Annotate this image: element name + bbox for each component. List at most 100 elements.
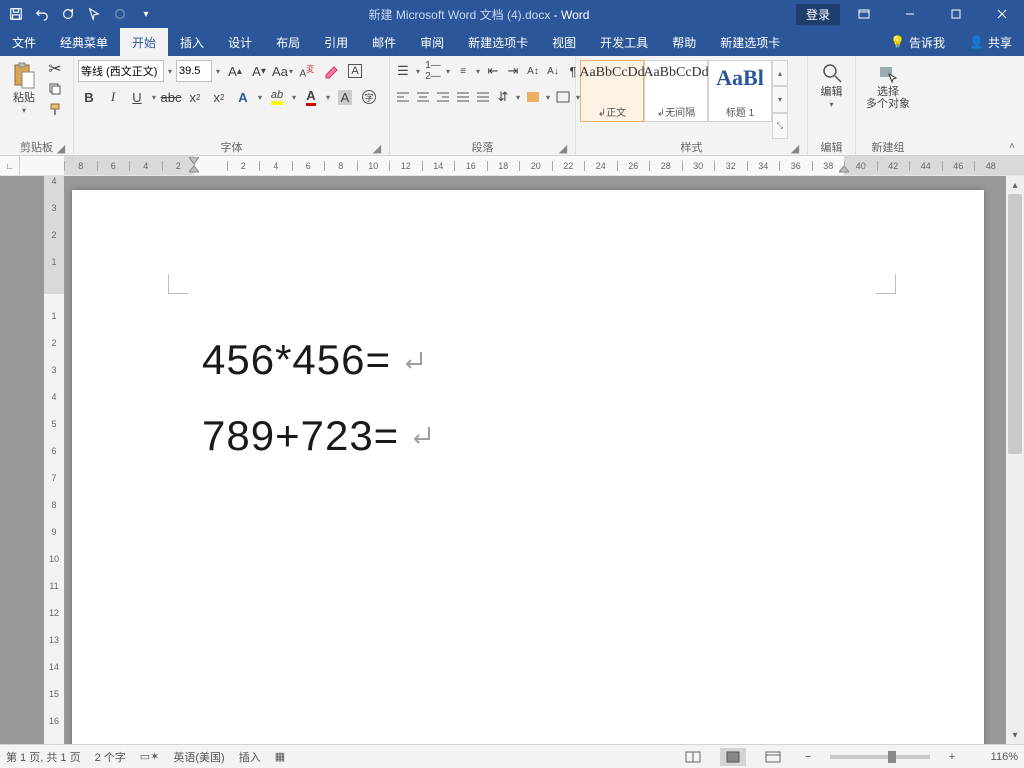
- tab-share[interactable]: 👤共享: [957, 28, 1024, 56]
- shrink-font-icon[interactable]: A▾: [248, 60, 270, 82]
- grow-font-icon[interactable]: A▴: [224, 60, 246, 82]
- text-line[interactable]: 456*456=: [202, 322, 435, 398]
- page[interactable]: 456*456= 789+723=: [72, 190, 984, 744]
- edit-button[interactable]: 编辑 ▾: [812, 58, 851, 109]
- scroll-up-icon[interactable]: ▴: [1006, 176, 1024, 194]
- shading-caret-icon[interactable]: ▾: [544, 93, 552, 102]
- font-color-icon[interactable]: A: [300, 86, 322, 108]
- clear-format-icon[interactable]: [320, 60, 342, 82]
- tab-newtab1[interactable]: 新建选项卡: [456, 28, 540, 56]
- align-justify-icon[interactable]: [454, 86, 472, 108]
- select-objects-button[interactable]: 选择多个对象: [860, 58, 916, 110]
- italic-button[interactable]: I: [102, 86, 124, 108]
- multilevel-caret-icon[interactable]: ▾: [474, 67, 482, 76]
- zoom-out-icon[interactable]: −: [800, 751, 816, 763]
- zoom-slider[interactable]: [830, 755, 930, 759]
- phonetic-guide-icon[interactable]: A変: [296, 60, 318, 82]
- multilevel-icon[interactable]: ≡: [454, 60, 472, 82]
- bullets-caret-icon[interactable]: ▾: [414, 67, 422, 76]
- close-icon[interactable]: [980, 0, 1024, 28]
- login-button[interactable]: 登录: [796, 4, 840, 25]
- tab-newtab2[interactable]: 新建选项卡: [708, 28, 792, 56]
- sort-icon[interactable]: A↓: [544, 60, 562, 82]
- cut-icon[interactable]: ✂: [44, 60, 66, 78]
- change-case-icon[interactable]: Aa▾: [272, 60, 294, 82]
- align-left-icon[interactable]: [394, 86, 412, 108]
- font-name-combo[interactable]: 等线 (西文正文): [78, 60, 164, 82]
- text-effects-caret-icon[interactable]: ▾: [256, 93, 264, 102]
- tab-tellme[interactable]: 💡告诉我: [878, 28, 957, 56]
- subscript-button[interactable]: x2: [184, 86, 206, 108]
- save-icon[interactable]: [4, 2, 28, 26]
- zoom-in-icon[interactable]: +: [944, 751, 960, 763]
- superscript-button[interactable]: x2: [208, 86, 230, 108]
- copy-icon[interactable]: [44, 80, 66, 98]
- left-indent-icon[interactable]: [189, 166, 199, 175]
- maximize-icon[interactable]: [934, 0, 978, 28]
- highlight-caret-icon[interactable]: ▾: [290, 93, 298, 102]
- font-size-combo[interactable]: 39.5: [176, 60, 212, 82]
- styles-more-icon[interactable]: ⤡: [772, 113, 788, 139]
- paragraph-dialog-icon[interactable]: ◢: [557, 142, 569, 154]
- shading-icon[interactable]: [524, 86, 542, 108]
- tab-selector-icon[interactable]: ∟: [0, 156, 20, 175]
- tab-layout[interactable]: 布局: [264, 28, 312, 56]
- dec-indent-icon[interactable]: ⇤: [484, 60, 502, 82]
- strikethrough-button[interactable]: abc: [160, 86, 182, 108]
- tab-help[interactable]: 帮助: [660, 28, 708, 56]
- styles-down-icon[interactable]: ▾: [772, 86, 788, 112]
- char-border-icon[interactable]: A: [344, 60, 366, 82]
- tab-file[interactable]: 文件: [0, 28, 48, 56]
- line-spacing-caret-icon[interactable]: ▾: [514, 93, 522, 102]
- vertical-ruler[interactable]: 432112345678910111213141516: [44, 176, 64, 744]
- redo-icon[interactable]: [56, 2, 80, 26]
- ruler-track[interactable]: 8642246810121416182022242628303234363840…: [64, 156, 1024, 175]
- numbering-icon[interactable]: 1—2—: [424, 60, 442, 82]
- tab-view[interactable]: 视图: [540, 28, 588, 56]
- clipboard-dialog-icon[interactable]: ◢: [55, 142, 67, 154]
- text-effects-icon[interactable]: A: [232, 86, 254, 108]
- tab-mailings[interactable]: 邮件: [360, 28, 408, 56]
- status-lang[interactable]: 英语(美国): [173, 749, 224, 765]
- styles-up-icon[interactable]: ▴: [772, 60, 788, 86]
- numbering-caret-icon[interactable]: ▾: [444, 67, 452, 76]
- tab-developer[interactable]: 开发工具: [588, 28, 660, 56]
- collapse-ribbon-icon[interactable]: ˄: [1004, 139, 1020, 153]
- style-heading1[interactable]: AaBl标题 1: [708, 60, 772, 122]
- qat-customize-icon[interactable]: ▾: [134, 2, 158, 26]
- tab-insert[interactable]: 插入: [168, 28, 216, 56]
- status-mode[interactable]: 插入: [239, 749, 261, 765]
- align-center-icon[interactable]: [414, 86, 432, 108]
- font-name-caret-icon[interactable]: ▾: [166, 67, 174, 76]
- font-size-caret-icon[interactable]: ▾: [214, 67, 222, 76]
- status-proof-icon[interactable]: ▭✶: [140, 750, 160, 763]
- view-read-icon[interactable]: [680, 748, 706, 766]
- font-color-caret-icon[interactable]: ▾: [324, 93, 332, 102]
- underline-caret-icon[interactable]: ▾: [150, 93, 158, 102]
- status-page[interactable]: 第 1 页, 共 1 页: [6, 749, 81, 765]
- text-direction-icon[interactable]: A↕: [524, 60, 542, 82]
- tab-design[interactable]: 设计: [216, 28, 264, 56]
- underline-button[interactable]: U: [126, 86, 148, 108]
- borders-icon[interactable]: [554, 86, 572, 108]
- touch-mode-icon[interactable]: [82, 2, 106, 26]
- undo-icon[interactable]: [30, 2, 54, 26]
- line-spacing-icon[interactable]: ⇵: [494, 86, 512, 108]
- scroll-thumb[interactable]: [1008, 194, 1022, 454]
- bullets-icon[interactable]: ☰: [394, 60, 412, 82]
- font-dialog-icon[interactable]: ◢: [371, 142, 383, 154]
- minimize-icon[interactable]: [888, 0, 932, 28]
- zoom-percent[interactable]: 116%: [974, 751, 1018, 763]
- tab-review[interactable]: 审阅: [408, 28, 456, 56]
- style-nospacing[interactable]: AaBbCcDd↲无间隔: [644, 60, 708, 122]
- scroll-down-icon[interactable]: ▾: [1006, 726, 1024, 744]
- view-web-icon[interactable]: [760, 748, 786, 766]
- inc-indent-icon[interactable]: ⇥: [504, 60, 522, 82]
- status-macro-icon[interactable]: ▦: [275, 750, 285, 763]
- paste-button[interactable]: 粘贴 ▾: [4, 58, 44, 115]
- tab-home[interactable]: 开始: [120, 28, 168, 56]
- styles-dialog-icon[interactable]: ◢: [789, 142, 801, 154]
- char-shading-icon[interactable]: A: [334, 86, 356, 108]
- view-print-icon[interactable]: [720, 748, 746, 766]
- ribbon-display-icon[interactable]: [842, 0, 886, 28]
